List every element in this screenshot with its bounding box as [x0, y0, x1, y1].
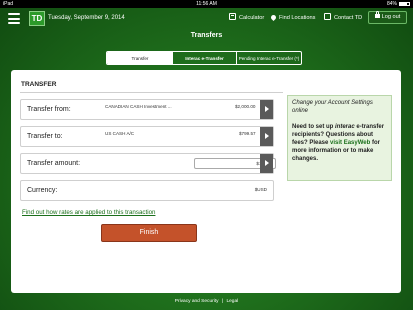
currency-label: Currency:: [27, 187, 58, 194]
transfer-from-row[interactable]: Transfer from: CANADIAN CASH Investment …: [20, 99, 274, 120]
chevron-right-icon[interactable]: [260, 154, 273, 173]
transfer-amount-label: Transfer amount:: [27, 160, 81, 167]
legal-link[interactable]: Legal: [226, 299, 238, 304]
phone-icon: [324, 13, 331, 20]
calculator-link[interactable]: Calculator: [229, 13, 264, 23]
transfer-from-label: Transfer from:: [27, 106, 71, 113]
help-heading: Change your Account Settings online: [292, 100, 373, 114]
location-pin-icon: [269, 13, 278, 22]
page-title: Transfers: [190, 32, 223, 39]
rates-info-link[interactable]: Find out how rates are applied to this t…: [22, 208, 155, 218]
battery-icon: [399, 2, 410, 6]
help-body: Need to set up interac e-transfer recipi…: [292, 124, 385, 162]
from-account-name: CANADIAN CASH Investment ...: [105, 104, 172, 109]
transfer-tabs: Transfer Interac e-Transfer Pending Inte…: [106, 51, 302, 65]
transfer-amount-row: Transfer amount:: [20, 153, 276, 174]
footer-separator: |: [221, 299, 224, 304]
easyweb-link[interactable]: visit EasyWeb: [330, 140, 370, 146]
section-title: TRANSFER: [21, 81, 57, 88]
menu-icon[interactable]: [8, 13, 20, 24]
chevron-right-icon[interactable]: [260, 127, 273, 146]
section-divider: [20, 92, 283, 93]
transfer-to-label: Transfer to:: [27, 133, 63, 140]
clock: 11:56 AM: [196, 1, 217, 7]
find-locations-link[interactable]: Find Locations: [269, 13, 315, 23]
current-date: Tuesday, September 9, 2014: [48, 15, 125, 21]
contact-td-link[interactable]: Contact TD: [324, 13, 362, 23]
battery-percent: 84%: [386, 1, 397, 7]
lock-icon: [374, 11, 380, 18]
to-account-balance: $799.57: [239, 131, 256, 136]
chevron-right-icon[interactable]: [260, 100, 273, 119]
from-account-balance: $2,000.00: [235, 104, 256, 109]
tab-transfer[interactable]: Transfer: [107, 52, 173, 64]
status-bar: iPad 11:56 AM 84%: [0, 0, 413, 8]
tab-pending-interac[interactable]: Pending Interac e-Transfer (*): [237, 52, 301, 64]
transfer-to-row[interactable]: Transfer to: US CASH A/C $799.57: [20, 126, 274, 147]
top-bar: TD Tuesday, September 9, 2014 Calculator…: [0, 8, 413, 30]
footer: Privacy and Security | Legal: [0, 299, 413, 305]
to-account-name: US CASH A/C: [105, 131, 135, 136]
currency-value: $USD: [254, 187, 267, 192]
finish-button[interactable]: Finish: [101, 224, 197, 242]
logout-button[interactable]: Log out: [368, 11, 407, 24]
privacy-link[interactable]: Privacy and Security: [175, 299, 219, 304]
help-box: Change your Account Settings online Need…: [287, 95, 392, 181]
currency-row: Currency: $USD: [20, 180, 274, 201]
calculator-icon: [229, 13, 236, 20]
tab-interac-transfer[interactable]: Interac e-Transfer: [173, 52, 237, 64]
td-logo: TD: [29, 11, 45, 26]
